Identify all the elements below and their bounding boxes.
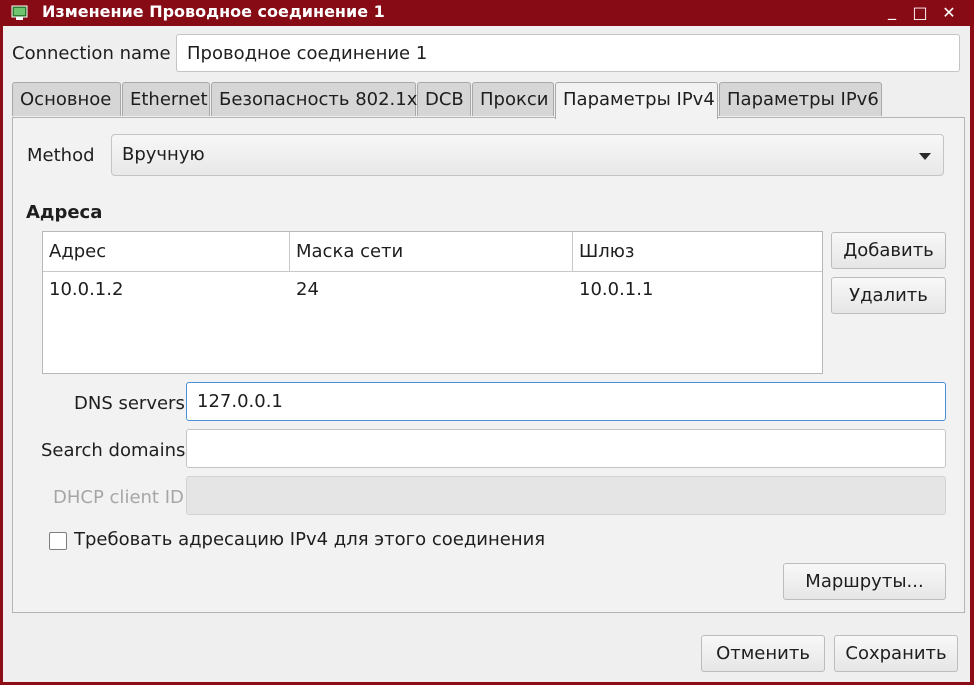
dns-servers-label: DNS servers (74, 393, 185, 414)
method-label: Method (27, 145, 95, 166)
method-value: Вручную (122, 144, 205, 165)
connection-name-label: Connection name (12, 43, 171, 64)
connection-name-input[interactable] (176, 34, 960, 72)
dropdown-arrow-icon (919, 153, 931, 160)
window-title: Изменение Проводное соединение 1 (42, 2, 385, 21)
tab-ipv4-settings[interactable]: Параметры IPv4 (555, 82, 718, 119)
method-dropdown[interactable]: Вручную (111, 134, 944, 176)
add-address-button[interactable]: Добавить (831, 232, 946, 269)
tab-security-8021x[interactable]: Безопасность 802.1x (211, 82, 417, 116)
search-domains-input[interactable] (186, 429, 946, 468)
tab-general[interactable]: Основное (12, 82, 121, 116)
dhcp-client-id-label: DHCP client ID (53, 487, 184, 508)
save-button[interactable]: Сохранить (834, 635, 958, 672)
column-header-gateway[interactable]: Шлюз (573, 232, 822, 272)
table-header: Адрес Маска сети Шлюз (43, 232, 822, 272)
dialog-body: Connection name Основное Ethernet Безопа… (3, 26, 970, 682)
addresses-table[interactable]: Адрес Маска сети Шлюз 10.0.1.2 24 10.0.1… (42, 231, 823, 374)
close-button[interactable]: ✕ (939, 3, 959, 23)
network-icon (11, 5, 28, 20)
tab-ethernet[interactable]: Ethernet (122, 82, 210, 116)
maximize-button[interactable]: □ (910, 3, 930, 23)
cancel-button[interactable]: Отменить (701, 635, 825, 672)
minimize-button[interactable]: _ (882, 1, 902, 21)
cell-address[interactable]: 10.0.1.2 (49, 279, 123, 300)
ipv4-settings-panel: Method Вручную Адреса Адрес Маска сети Ш… (12, 117, 965, 613)
tab-proxy[interactable]: Прокси (472, 82, 554, 116)
search-domains-label: Search domains (41, 440, 186, 461)
require-ipv4-checkbox[interactable] (49, 532, 67, 550)
cell-netmask[interactable]: 24 (296, 279, 319, 300)
tab-ipv6-settings[interactable]: Параметры IPv6 (719, 82, 882, 116)
require-ipv4-label[interactable]: Требовать адресацию IPv4 для этого соеди… (74, 529, 545, 550)
column-header-address[interactable]: Адрес (43, 232, 290, 272)
title-bar[interactable]: Изменение Проводное соединение 1 _ □ ✕ (0, 0, 974, 26)
column-header-netmask[interactable]: Маска сети (290, 232, 573, 272)
dhcp-client-id-input (186, 476, 946, 515)
addresses-heading: Адреса (26, 202, 103, 223)
cell-gateway[interactable]: 10.0.1.1 (579, 279, 653, 300)
tab-dcb[interactable]: DCB (417, 82, 471, 116)
delete-address-button[interactable]: Удалить (831, 277, 946, 314)
dns-servers-input[interactable] (186, 382, 946, 421)
connection-editor-window: Изменение Проводное соединение 1 _ □ ✕ C… (0, 0, 974, 685)
routes-button[interactable]: Маршруты... (783, 563, 946, 600)
